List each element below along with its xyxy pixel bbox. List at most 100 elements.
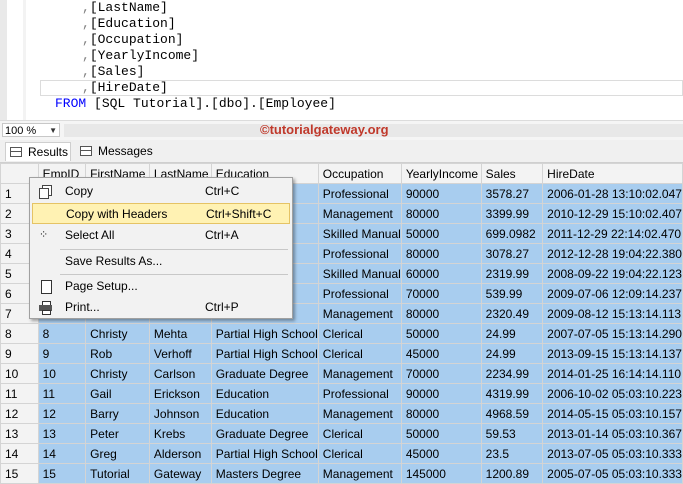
cell-education[interactable]: Graduate Degree	[210, 363, 319, 384]
cell-yearlyincome[interactable]: 70000	[400, 283, 482, 304]
cell-education[interactable]: Education	[210, 383, 319, 404]
table-row[interactable]: 11 11 Gail Erickson Education Professional 900…	[0, 383, 683, 404]
cell-yearlyincome[interactable]: 50000	[400, 323, 482, 344]
cell-empid[interactable]: 13	[37, 423, 87, 444]
cell-lastname[interactable]: Carlson	[148, 363, 212, 384]
cell-hiredate[interactable]: 2013-09-15 15:13:14.137	[542, 343, 683, 364]
cell-firstname[interactable]: Tutorial	[85, 463, 150, 484]
cell-sales[interactable]: 539.99	[480, 283, 544, 304]
column-header-hiredate[interactable]: HireDate	[542, 163, 683, 184]
cell-hiredate[interactable]: 2008-09-22 19:04:22.123	[542, 263, 683, 284]
cell-empid[interactable]: 12	[37, 403, 87, 424]
cell-firstname[interactable]: Greg	[85, 443, 150, 464]
zoom-dropdown[interactable]: 100 % ▼	[2, 123, 60, 137]
cell-hiredate[interactable]: 2006-10-02 05:03:10.223	[542, 383, 683, 404]
sql-editor[interactable]: ,[LastName] ,[Education] ,[Occupation] ,…	[0, 0, 683, 120]
cell-education[interactable]: Masters Degree	[210, 463, 319, 484]
cell-hiredate[interactable]: 2007-07-05 15:13:14.290	[542, 323, 683, 344]
cell-hiredate[interactable]: 2010-12-29 15:10:02.407	[542, 203, 683, 224]
cell-yearlyincome[interactable]: 80000	[400, 303, 482, 324]
menu-item-copy-with-headers[interactable]: Copy with Headers Ctrl+Shift+C	[32, 203, 290, 224]
cell-yearlyincome[interactable]: 80000	[400, 403, 482, 424]
table-row[interactable]: 12 12 Barry Johnson Education Management 80000…	[0, 403, 683, 424]
cell-lastname[interactable]: Gateway	[148, 463, 212, 484]
cell-empid[interactable]: 11	[37, 383, 87, 404]
column-header-sales[interactable]: Sales	[480, 163, 544, 184]
cell-sales[interactable]: 699.0982	[480, 223, 544, 244]
cell-hiredate[interactable]: 2014-01-25 16:14:14.110	[542, 363, 683, 384]
tab-messages[interactable]: Messages	[76, 142, 156, 161]
menu-item-copy[interactable]: Copy Ctrl+C	[32, 181, 290, 202]
cell-occupation[interactable]: Clerical	[317, 423, 402, 444]
cell-occupation[interactable]: Clerical	[317, 323, 402, 344]
cell-hiredate[interactable]: 2012-12-28 19:04:22.380	[542, 243, 683, 264]
table-row[interactable]: 15 15 Tutorial Gateway Masters Degree Managem…	[0, 463, 683, 484]
cell-yearlyincome[interactable]: 45000	[400, 443, 482, 464]
cell-firstname[interactable]: Rob	[85, 343, 150, 364]
cell-hiredate[interactable]: 2011-12-29 22:14:02.470	[542, 223, 683, 244]
cell-occupation[interactable]: Management	[317, 403, 402, 424]
cell-firstname[interactable]: Barry	[85, 403, 150, 424]
cell-rownum[interactable]: 9	[0, 343, 39, 364]
table-row[interactable]: 14 14 Greg Alderson Partial High School Cleri…	[0, 443, 683, 464]
cell-occupation[interactable]: Management	[317, 463, 402, 484]
menu-item-print[interactable]: Print... Ctrl+P	[32, 297, 290, 318]
table-row[interactable]: 10 10 Christy Carlson Graduate Degree Managem…	[0, 363, 683, 384]
cell-yearlyincome[interactable]: 90000	[400, 183, 482, 204]
cell-sales[interactable]: 23.5	[480, 443, 544, 464]
cell-rownum[interactable]: 10	[0, 363, 39, 384]
tab-results[interactable]: Results	[5, 142, 71, 161]
cell-firstname[interactable]: Gail	[85, 383, 150, 404]
cell-lastname[interactable]: Alderson	[148, 443, 212, 464]
menu-item-select-all[interactable]: ⁘ Select All Ctrl+A	[32, 225, 290, 246]
cell-occupation[interactable]: Management	[317, 363, 402, 384]
cell-hiredate[interactable]: 2009-08-12 15:13:14.113	[542, 303, 683, 324]
cell-firstname[interactable]: Peter	[85, 423, 150, 444]
cell-lastname[interactable]: Verhoff	[148, 343, 212, 364]
cell-rownum[interactable]: 13	[0, 423, 39, 444]
menu-item-page-setup[interactable]: Page Setup...	[32, 276, 290, 297]
cell-yearlyincome[interactable]: 60000	[400, 263, 482, 284]
cell-empid[interactable]: 8	[37, 323, 87, 344]
cell-sales[interactable]: 2319.99	[480, 263, 544, 284]
column-header-yearlyincome[interactable]: YearlyIncome	[400, 163, 482, 184]
cell-education[interactable]: Partial High School	[210, 443, 319, 464]
table-row[interactable]: 8 8 Christy Mehta Partial High School Clerica…	[0, 323, 683, 344]
column-header-occupation[interactable]: Occupation	[317, 163, 402, 184]
cell-occupation[interactable]: Clerical	[317, 343, 402, 364]
cell-lastname[interactable]: Johnson	[148, 403, 212, 424]
cell-yearlyincome[interactable]: 50000	[400, 423, 482, 444]
cell-yearlyincome[interactable]: 145000	[400, 463, 482, 484]
menu-item-save-results-as[interactable]: Save Results As...	[32, 251, 290, 272]
cell-occupation[interactable]: Management	[317, 203, 402, 224]
cell-lastname[interactable]: Erickson	[148, 383, 212, 404]
cell-hiredate[interactable]: 2009-07-06 12:09:14.237	[542, 283, 683, 304]
cell-education[interactable]: Education	[210, 403, 319, 424]
table-row[interactable]: 9 9 Rob Verhoff Partial High School Clerical 4…	[0, 343, 683, 364]
cell-rownum[interactable]: 14	[0, 443, 39, 464]
cell-hiredate[interactable]: 2013-07-05 05:03:10.333	[542, 443, 683, 464]
cell-sales[interactable]: 3399.99	[480, 203, 544, 224]
cell-rownum[interactable]: 15	[0, 463, 39, 484]
cell-sales[interactable]: 59.53	[480, 423, 544, 444]
cell-firstname[interactable]: Christy	[85, 323, 150, 344]
cell-rownum[interactable]: 11	[0, 383, 39, 404]
cell-sales[interactable]: 3578.27	[480, 183, 544, 204]
cell-hiredate[interactable]: 2006-01-28 13:10:02.047	[542, 183, 683, 204]
cell-hiredate[interactable]: 2005-07-05 05:03:10.333	[542, 463, 683, 484]
cell-empid[interactable]: 10	[37, 363, 87, 384]
cell-firstname[interactable]: Christy	[85, 363, 150, 384]
cell-education[interactable]: Graduate Degree	[210, 423, 319, 444]
cell-sales[interactable]: 2320.49	[480, 303, 544, 324]
cell-hiredate[interactable]: 2013-01-14 05:03:10.367	[542, 423, 683, 444]
cell-sales[interactable]: 3078.27	[480, 243, 544, 264]
cell-occupation[interactable]: Skilled Manual	[317, 263, 402, 284]
cell-empid[interactable]: 9	[37, 343, 87, 364]
cell-yearlyincome[interactable]: 80000	[400, 243, 482, 264]
cell-rownum[interactable]: 8	[0, 323, 39, 344]
cell-empid[interactable]: 14	[37, 443, 87, 464]
cell-rownum[interactable]: 12	[0, 403, 39, 424]
cell-occupation[interactable]: Professional	[317, 183, 402, 204]
cell-occupation[interactable]: Professional	[317, 243, 402, 264]
table-row[interactable]: 13 13 Peter Krebs Graduate Degree Clerical 500…	[0, 423, 683, 444]
